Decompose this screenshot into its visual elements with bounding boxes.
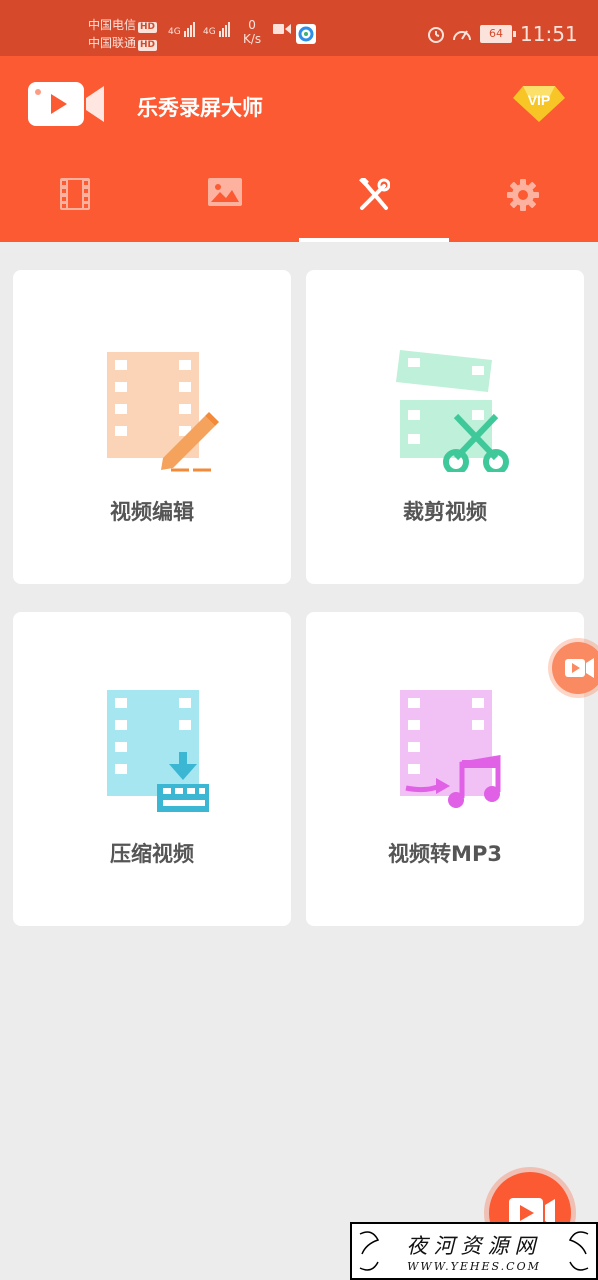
image-icon: [208, 178, 242, 206]
speed-unit: K/s: [243, 32, 262, 46]
speed-value: 0: [248, 18, 256, 32]
app-title: 乐秀录屏大师: [137, 96, 263, 120]
tool-card-video-to-mp3[interactable]: 视频转MP3: [306, 612, 584, 926]
network-type-2: 4G: [203, 27, 216, 37]
signal-1: 4G: [168, 22, 196, 37]
speedometer-icon: [453, 30, 471, 41]
signal-bars-icon: [183, 22, 196, 37]
browser-icon: [296, 24, 316, 44]
tools-icon: [359, 178, 390, 210]
clock: 11:51: [520, 22, 578, 46]
tool-card-video-edit[interactable]: 视频编辑: [13, 270, 291, 584]
tab-images[interactable]: [150, 164, 300, 242]
tab-settings[interactable]: [448, 164, 598, 242]
network-speed: 0 K/s: [243, 18, 261, 46]
video-cut-icon: [396, 350, 509, 472]
watermark-text: 夜河资源网: [406, 1234, 542, 1258]
video-edit-icon: [107, 352, 219, 472]
battery-icon: 64: [480, 25, 516, 43]
carrier-2: 中国联通: [88, 36, 137, 50]
network-type-1: 4G: [168, 27, 181, 37]
tool-label: 裁剪视频: [403, 500, 487, 524]
vip-button[interactable]: VIP: [513, 82, 565, 122]
video-to-mp3-icon: [400, 690, 501, 808]
hd-badge-1: HD: [138, 22, 158, 33]
video-compress-icon: [107, 690, 209, 812]
app-header: 乐秀录屏大师 VIP: [0, 56, 598, 242]
hd-badge-2: HD: [138, 40, 158, 51]
video-icon: [273, 24, 291, 34]
watermark-url: WWW.YEHES.COM: [407, 1260, 541, 1273]
video-camera-icon: [565, 658, 594, 678]
carrier-1: 中国电信: [88, 18, 137, 32]
signal-2: 4G: [203, 22, 231, 37]
gear-icon: [507, 179, 539, 211]
vip-label: VIP: [528, 92, 551, 108]
carrier-info: 中国电信 HD 中国联通 HD: [88, 16, 158, 52]
tool-label: 视频编辑: [110, 500, 194, 524]
tool-card-video-compress[interactable]: 压缩视频: [13, 612, 291, 926]
tab-tools[interactable]: [299, 164, 449, 242]
signal-bars-icon: [218, 22, 231, 37]
status-bar: 中国电信 HD 中国联通 HD 4G 4G 0 K/s 64 11:51: [0, 0, 598, 56]
floating-record-button[interactable]: [552, 642, 598, 694]
tool-label: 视频转MP3: [388, 842, 502, 866]
tool-card-video-cut[interactable]: 裁剪视频: [306, 270, 584, 584]
tool-label: 压缩视频: [110, 842, 194, 866]
watermark-logo: 夜河资源网 WWW.YEHES.COM: [350, 1222, 598, 1280]
film-icon: [60, 178, 90, 210]
alarm-icon: [428, 27, 444, 43]
app-logo-icon: [28, 82, 104, 126]
tab-videos[interactable]: [0, 164, 150, 242]
